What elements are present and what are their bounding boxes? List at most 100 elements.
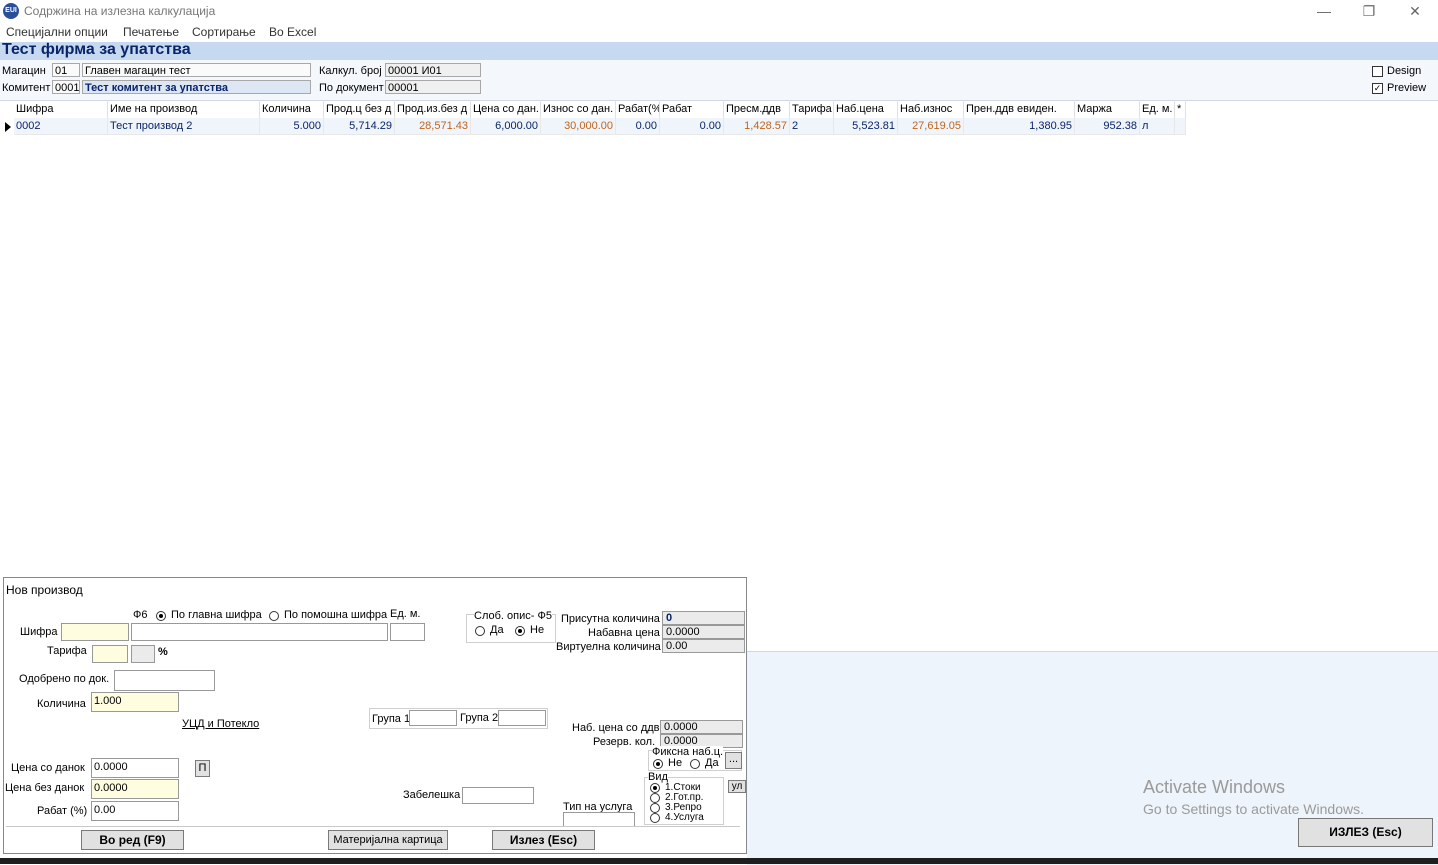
firm-title: Тест фирма за упатства — [2, 41, 191, 58]
design-checkbox[interactable] — [1372, 66, 1383, 77]
taskbar-strip — [0, 858, 1438, 864]
menu-special-options[interactable]: Специјални опции — [6, 25, 108, 39]
cell-star[interactable] — [1175, 118, 1186, 135]
prisutna-field: 0 — [662, 611, 745, 625]
komitent-code-field[interactable]: 0001 — [52, 80, 80, 94]
f6-label: Ф6 — [133, 609, 148, 621]
ucd-link[interactable]: УЦД и Потекло — [182, 718, 259, 730]
slob-ne-label: Не — [530, 624, 545, 636]
nab-ddv-field: 0.0000 — [660, 720, 743, 734]
cena-bez-input[interactable]: 0.0000 — [91, 779, 179, 799]
vid-usluga-radio[interactable] — [650, 813, 660, 823]
col-iznos-so[interactable]: Износ со дан. — [541, 100, 616, 118]
col-kolicina[interactable]: Количина — [260, 100, 324, 118]
menu-sort[interactable]: Сортирање — [192, 25, 256, 39]
col-nab-cena[interactable]: Наб.цена — [834, 100, 898, 118]
col-marza[interactable]: Маржа — [1075, 100, 1140, 118]
prisutna-label: Присутна количина — [561, 613, 660, 625]
radio-main-code-label: По главна шифра — [171, 609, 262, 621]
sifra-input[interactable] — [61, 623, 129, 641]
col-rabat-pct[interactable]: Рабат(% — [616, 100, 660, 118]
fiksna-more-button[interactable]: ... — [725, 752, 742, 769]
col-ed-m[interactable]: Ед. м. — [1140, 100, 1175, 118]
restore-icon[interactable]: ❐ — [1346, 0, 1392, 22]
menu-print[interactable]: Печатење — [123, 25, 179, 39]
cell-cena-so[interactable]: 6,000.00 — [471, 118, 541, 135]
cell-prodiz[interactable]: 28,571.43 — [395, 118, 471, 135]
rabat-input[interactable]: 0.00 — [91, 801, 179, 821]
virtuelna-label: Виртуелна количина — [556, 641, 661, 653]
panel-divider — [6, 826, 740, 827]
percent-label: % — [158, 646, 168, 658]
slob-da-label: Да — [490, 624, 504, 636]
vid-stoki-radio[interactable] — [650, 783, 660, 793]
cell-ime[interactable]: Тест производ 2 — [108, 118, 260, 135]
cell-prodc[interactable]: 5,714.29 — [324, 118, 395, 135]
fiksna-ne-radio[interactable] — [653, 759, 663, 769]
grupa1-input[interactable] — [409, 710, 457, 726]
p-button[interactable]: П — [195, 760, 210, 777]
close-icon[interactable]: ✕ — [1392, 0, 1438, 22]
cell-kolicina[interactable]: 5.000 — [260, 118, 324, 135]
radio-aux-code[interactable] — [269, 611, 279, 621]
dokument-field: 00001 — [385, 80, 481, 94]
col-nab-iznos[interactable]: Наб.износ — [898, 100, 964, 118]
col-cena-so[interactable]: Цена со дан. — [471, 100, 541, 118]
magacin-code-field[interactable]: 01 — [52, 63, 80, 77]
cena-so-label: Цена со данок — [11, 762, 85, 774]
slob-ne-radio[interactable] — [515, 626, 525, 636]
kolicina-input[interactable]: 1.000 — [91, 692, 179, 712]
table-row[interactable]: 0002 Тест производ 2 5.000 5,714.29 28,5… — [0, 118, 1186, 135]
col-prodiz[interactable]: Прод.из.без д — [395, 100, 471, 118]
odobreno-input[interactable] — [114, 670, 215, 691]
nab-ddv-label: Наб. цена со ддв — [572, 722, 660, 734]
rezerv-label: Резерв. кол. — [593, 736, 656, 748]
col-tarifa[interactable]: Тарифа — [790, 100, 834, 118]
exit-main-button[interactable]: ИЗЛЕЗ (Esc) — [1298, 818, 1433, 847]
col-pren-ddv[interactable]: Прен.ддв евиден. — [964, 100, 1075, 118]
col-ime[interactable]: Име на производ — [108, 100, 260, 118]
slob-da-radio[interactable] — [475, 626, 485, 636]
cell-pren-ddv[interactable]: 1,380.95 — [964, 118, 1075, 135]
nabavna-field: 0.0000 — [662, 625, 745, 639]
ul-button[interactable]: ул — [728, 780, 746, 793]
product-name-input[interactable] — [131, 623, 388, 641]
vid-repro-radio[interactable] — [650, 803, 660, 813]
menu-excel[interactable]: Во Excel — [269, 25, 316, 39]
fiksna-da-radio[interactable] — [690, 759, 700, 769]
col-star[interactable]: * — [1175, 100, 1186, 118]
vid-gotpr-radio[interactable] — [650, 793, 660, 803]
zabeleska-label: Забелешка — [403, 789, 461, 801]
radio-main-code[interactable] — [156, 611, 166, 621]
odobreno-label: Одобрено по док. — [19, 673, 110, 685]
activate-windows-subtitle: Go to Settings to activate Windows. — [1143, 801, 1364, 817]
col-rabat[interactable]: Рабат — [660, 100, 724, 118]
cell-iznos-so[interactable]: 30,000.00 — [541, 118, 616, 135]
cell-tarifa[interactable]: 2 — [790, 118, 834, 135]
cell-ed-m[interactable]: л — [1140, 118, 1175, 135]
vo-red-button[interactable]: Во ред (F9) — [81, 830, 184, 850]
izlez-panel-button[interactable]: Излез (Esc) — [492, 830, 595, 850]
cell-nab-iznos[interactable]: 27,619.05 — [898, 118, 964, 135]
cell-presm-ddv[interactable]: 1,428.57 — [724, 118, 790, 135]
col-sifra[interactable]: Шифра — [14, 100, 108, 118]
unit-input[interactable] — [390, 623, 425, 641]
preview-checkbox[interactable]: ✓ — [1372, 83, 1383, 94]
tarifa-input[interactable] — [92, 645, 128, 663]
zabeleska-input[interactable] — [462, 787, 534, 804]
col-presm-ddv[interactable]: Пресм.ддв — [724, 100, 790, 118]
cell-sifra[interactable]: 0002 — [14, 118, 108, 135]
mat-card-button[interactable]: Материјална картица — [328, 830, 448, 850]
cell-nab-cena[interactable]: 5,523.81 — [834, 118, 898, 135]
row-indicator-icon — [5, 122, 11, 132]
magacin-name-field: Главен магацин тест — [82, 63, 311, 77]
grupa1-label: Група 1 — [372, 713, 411, 725]
tip-input[interactable] — [563, 812, 635, 827]
cell-rabat-pct[interactable]: 0.00 — [616, 118, 660, 135]
cell-rabat[interactable]: 0.00 — [660, 118, 724, 135]
cell-marza[interactable]: 952.38 — [1075, 118, 1140, 135]
grupa2-input[interactable] — [498, 710, 546, 726]
col-prodc[interactable]: Прод.ц без д — [324, 100, 395, 118]
minimize-icon[interactable]: — — [1301, 0, 1347, 22]
cena-so-input[interactable]: 0.0000 — [91, 758, 179, 778]
